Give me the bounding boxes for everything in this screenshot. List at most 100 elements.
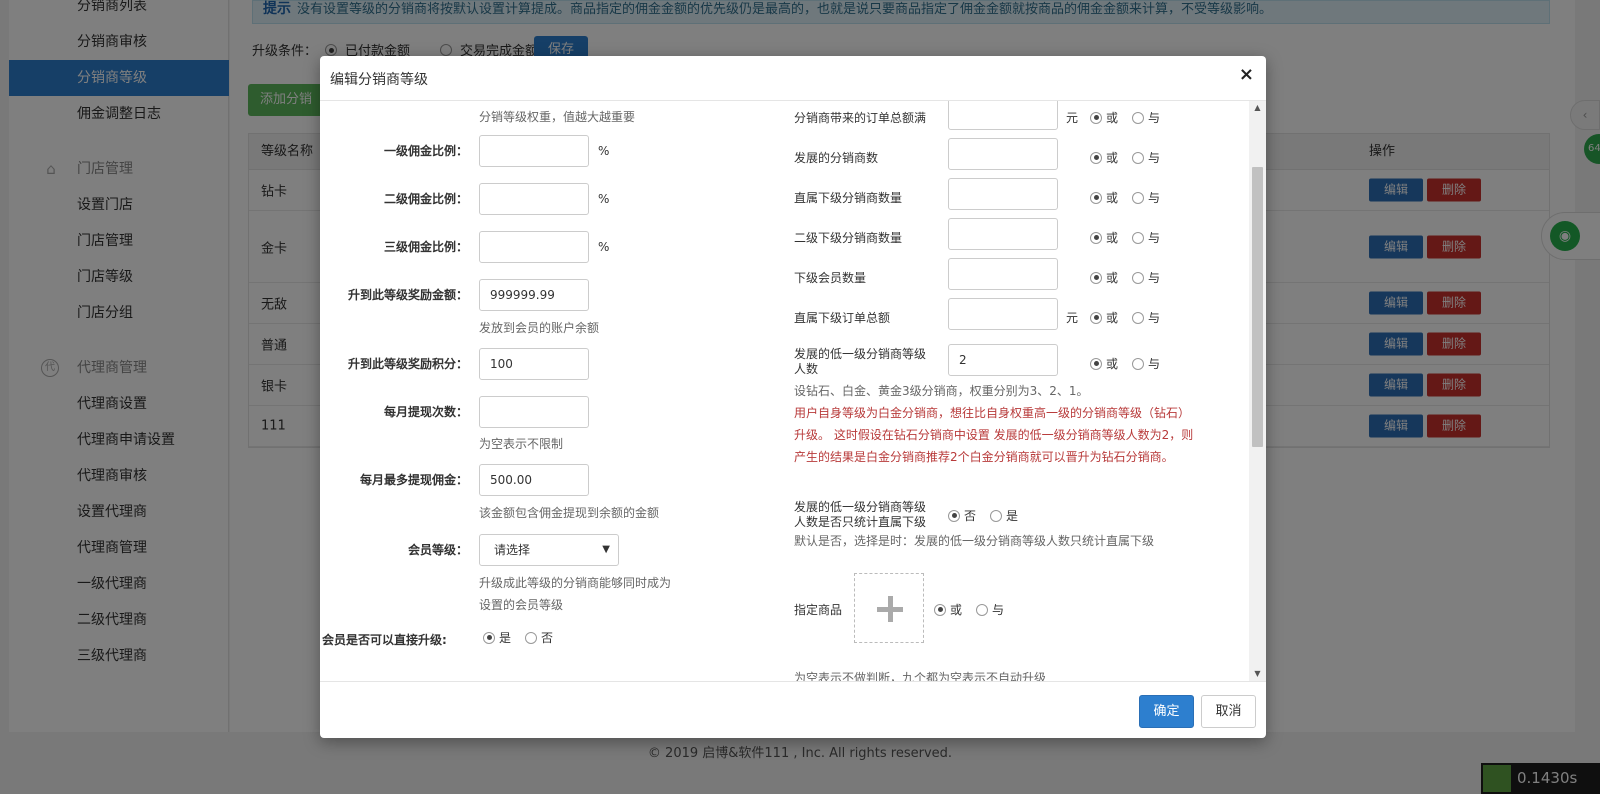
lower-level-label: 发展的低一级分销商等级 人数 (794, 347, 926, 377)
comm1-input[interactable] (479, 135, 589, 167)
comm1-percent: % (598, 144, 610, 158)
member-level-hint-2: 设置的会员等级 (479, 598, 564, 612)
caret-down-icon: ▼ (602, 544, 610, 555)
sub-member-and-label: 与 (1148, 271, 1161, 285)
order-total-unit: 元 (1066, 111, 1079, 125)
withdraw-max-label: 每月最多提现佣金： (359, 473, 468, 487)
direct-sub-or-radio[interactable] (1090, 191, 1102, 204)
comm3-label: 三级佣金比例： (383, 240, 468, 254)
withdraw-times-hint: 为空表示不限制 (479, 437, 564, 451)
comm3-input[interactable] (479, 231, 589, 263)
lower-level-input[interactable]: 2 (948, 344, 1058, 376)
direct-sub-radio-group: 或 与 (1090, 189, 1174, 206)
scroll-down-icon[interactable]: ▼ (1249, 667, 1266, 681)
sub-member-or-radio[interactable] (1090, 271, 1102, 284)
count-direct-no-radio[interactable] (948, 509, 960, 522)
count-direct-no-label: 否 (964, 509, 977, 523)
sub-member-input[interactable] (948, 258, 1058, 290)
count-direct-hint: 默认是否，选择是时：发展的低一级分销商等级人数只统计直属下级 (794, 534, 1155, 548)
direct-order-or-radio[interactable] (1090, 311, 1102, 324)
second-sub-radio-group: 或 与 (1090, 229, 1174, 246)
direct-upgrade-yes-radio[interactable] (483, 631, 495, 644)
second-sub-label: 二级下级分销商数量 (794, 231, 903, 245)
second-sub-and-label: 与 (1148, 231, 1161, 245)
withdraw-max-input[interactable]: 500.00 (479, 464, 589, 496)
reward-amount-hint: 发放到会员的账户余额 (479, 321, 600, 335)
withdraw-max-hint: 该金额包含佣金提现到余额的金额 (479, 506, 660, 520)
lower-level-or-radio[interactable] (1090, 357, 1102, 370)
comm1-label: 一级佣金比例： (383, 144, 468, 158)
developed-and-radio[interactable] (1132, 151, 1145, 164)
reward-amount-input[interactable]: 999999.99 (479, 279, 589, 311)
withdraw-times-label: 每月提现次数： (383, 405, 468, 419)
scroll-up-icon[interactable]: ▲ (1249, 101, 1266, 115)
goods-or-radio[interactable] (934, 603, 946, 616)
direct-order-and-radio[interactable] (1132, 311, 1145, 324)
count-direct-yes-label: 是 (1006, 509, 1019, 523)
direct-sub-and-radio[interactable] (1132, 191, 1145, 204)
direct-order-label: 直属下级订单总额 (794, 311, 891, 325)
second-sub-or-radio[interactable] (1090, 231, 1102, 244)
goods-radio-group: 或 与 (934, 601, 1018, 618)
direct-order-radio-group: 或 与 (1090, 309, 1174, 326)
goods-label: 指定商品 (794, 603, 843, 617)
reward-points-input[interactable]: 100 (479, 348, 589, 380)
member-level-label: 会员等级： (407, 543, 468, 557)
second-sub-and-radio[interactable] (1132, 231, 1145, 244)
developed-or-radio[interactable] (1090, 151, 1102, 164)
edit-level-dialog: 编辑分销商等级 × 分销等级权重，值越大越重要 一级佣金比例： % 二级佣金比例… (320, 56, 1266, 738)
direct-order-input[interactable] (948, 298, 1058, 330)
direct-sub-input[interactable] (948, 178, 1058, 210)
sub-member-label: 下级会员数量 (794, 271, 867, 285)
member-level-selected: 请选择 (494, 543, 531, 557)
member-level-hint-1: 升级成此等级的分销商能够同时成为 (479, 576, 672, 590)
sub-member-or-label: 或 (1106, 271, 1119, 285)
comm2-label: 二级佣金比例： (383, 192, 468, 206)
comm2-percent: % (598, 192, 610, 206)
cancel-button[interactable]: 取消 (1201, 695, 1256, 728)
order-total-or-label: 或 (1106, 111, 1119, 125)
confirm-button[interactable]: 确定 (1139, 695, 1194, 728)
modal-footer: 确定 取消 (320, 681, 1266, 738)
direct-order-or-label: 或 (1106, 311, 1119, 325)
note-1: 设钻石、白金、黄金3级分销商，权重分别为3、2、1。 (794, 384, 1089, 398)
modal-title: 编辑分销商等级 (330, 72, 428, 88)
direct-sub-or-label: 或 (1106, 191, 1119, 205)
lower-level-and-radio[interactable] (1132, 357, 1145, 370)
close-icon[interactable]: × (1239, 64, 1254, 85)
reward-amount-label: 升到此等级奖励金额： (347, 288, 468, 302)
goods-upload[interactable] (854, 573, 924, 643)
lower-level-and-label: 与 (1148, 357, 1161, 371)
note-red-1: 用户自身等级为白金分销商，想往比自身权重高一级的分销商等级（钻石） (794, 406, 1191, 420)
direct-upgrade-no-radio[interactable] (525, 631, 538, 644)
order-total-and-radio[interactable] (1132, 111, 1145, 124)
developed-input[interactable] (948, 138, 1058, 170)
direct-upgrade-radio-group: 是 否 (483, 629, 567, 646)
direct-sub-label: 直属下级分销商数量 (794, 191, 903, 205)
goods-or-label: 或 (950, 603, 963, 617)
direct-order-and-label: 与 (1148, 311, 1161, 325)
modal-scrollbar[interactable]: ▲ ▼ (1249, 101, 1266, 681)
order-total-input[interactable] (948, 101, 1058, 130)
count-direct-yes-radio[interactable] (990, 509, 1003, 522)
developed-radio-group: 或 与 (1090, 149, 1174, 166)
direct-sub-and-label: 与 (1148, 191, 1161, 205)
direct-upgrade-yes-label: 是 (499, 631, 512, 645)
developed-label: 发展的分销商数 (794, 151, 879, 165)
second-sub-input[interactable] (948, 218, 1058, 250)
scroll-thumb[interactable] (1252, 167, 1263, 447)
comm2-input[interactable] (479, 183, 589, 215)
direct-upgrade-label: 会员是否可以直接升级: (322, 633, 447, 647)
order-total-or-radio[interactable] (1090, 111, 1102, 124)
member-level-select[interactable]: 请选择 ▼ (479, 534, 619, 566)
lower-level-or-label: 或 (1106, 357, 1119, 371)
sub-member-radio-group: 或 与 (1090, 269, 1174, 286)
goods-and-label: 与 (992, 603, 1005, 617)
goods-and-radio[interactable] (976, 603, 989, 616)
bottom-hint: 为空表示不做判断，九个都为空表示不自动升级 (794, 671, 1047, 681)
order-total-radio-group: 或 与 (1090, 109, 1174, 126)
weight-hint: 分销等级权重，值越大越重要 (479, 110, 636, 124)
withdraw-times-input[interactable] (479, 396, 589, 428)
sub-member-and-radio[interactable] (1132, 271, 1145, 284)
modal-body: 分销等级权重，值越大越重要 一级佣金比例： % 二级佣金比例： % 三级佣金比例… (320, 101, 1266, 681)
